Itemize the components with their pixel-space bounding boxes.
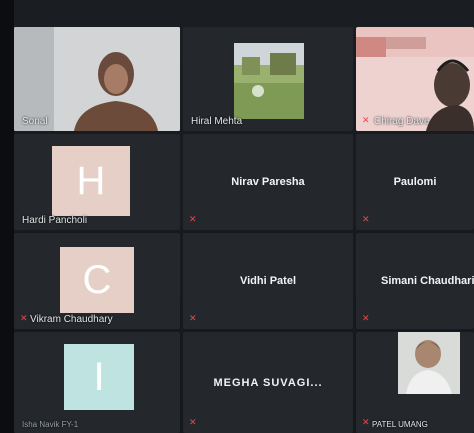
participant-name: Nirav Paresha: [231, 176, 305, 188]
participant-name: Hardi Pancholi: [22, 215, 88, 226]
participant-name: Vidhi Patel: [239, 275, 297, 287]
avatar: H: [52, 146, 130, 216]
participant-tile-isha-navik[interactable]: I Isha Navik FY-1: [14, 332, 180, 433]
muted-mic-icon: ✕: [20, 313, 28, 323]
participant-tile-nirav-paresha[interactable]: Nirav Paresha ✕: [183, 134, 353, 230]
participant-tile-patel-umang[interactable]: ✕ PATEL UMANG: [356, 332, 474, 433]
muted-mic-icon: ✕: [362, 115, 370, 125]
muted-mic-icon: ✕: [362, 313, 370, 323]
screen-bezel: [0, 0, 14, 433]
muted-mic-icon: ✕: [189, 313, 197, 323]
participant-name: Paulomi: [393, 176, 437, 188]
participant-tile-chirag-dave[interactable]: ✕ Chirag Dave: [356, 27, 474, 131]
participant-name: PATEL UMANG: [372, 420, 428, 429]
muted-mic-icon: ✕: [362, 417, 370, 427]
participant-tile-sonal[interactable]: Sonal: [14, 27, 180, 131]
participant-video: [398, 332, 460, 394]
participant-tile-simani-chaudhari[interactable]: Simani Chaudhari ✕: [356, 233, 474, 329]
avatar: I: [64, 344, 134, 410]
avatar: C: [60, 247, 134, 313]
participant-name: Hiral Mehta: [191, 116, 243, 127]
muted-mic-icon: ✕: [189, 214, 197, 224]
participant-video: [234, 43, 304, 119]
muted-mic-icon: ✕: [189, 417, 197, 427]
participant-name: Vikram Chaudhary: [30, 314, 113, 325]
muted-mic-icon: ✕: [362, 214, 370, 224]
participant-tile-vikram-chaudhary[interactable]: C ✕ Vikram Chaudhary: [14, 233, 180, 329]
participant-name: Simani Chaudhari: [381, 275, 474, 287]
participant-tile-hiral-mehta[interactable]: Hiral Mehta: [183, 27, 353, 131]
participant-tile-hardi-pancholi[interactable]: H Hardi Pancholi: [14, 134, 180, 230]
participant-name: Chirag Dave: [374, 116, 430, 127]
participant-tile-megha-suvagi[interactable]: MEGHA SUVAGI... ✕: [183, 332, 353, 433]
participant-name: MEGHA SUVAGI...: [213, 376, 323, 389]
participant-name: Sonal: [22, 116, 48, 127]
participant-tile-paulomi[interactable]: Paulomi ✕: [356, 134, 474, 230]
participant-tile-vidhi-patel[interactable]: Vidhi Patel ✕: [183, 233, 353, 329]
video-gallery: Sonal Hiral Mehta ✕ Chirag Dave H Hardi …: [0, 0, 474, 433]
participant-name: Isha Navik FY-1: [22, 420, 79, 429]
